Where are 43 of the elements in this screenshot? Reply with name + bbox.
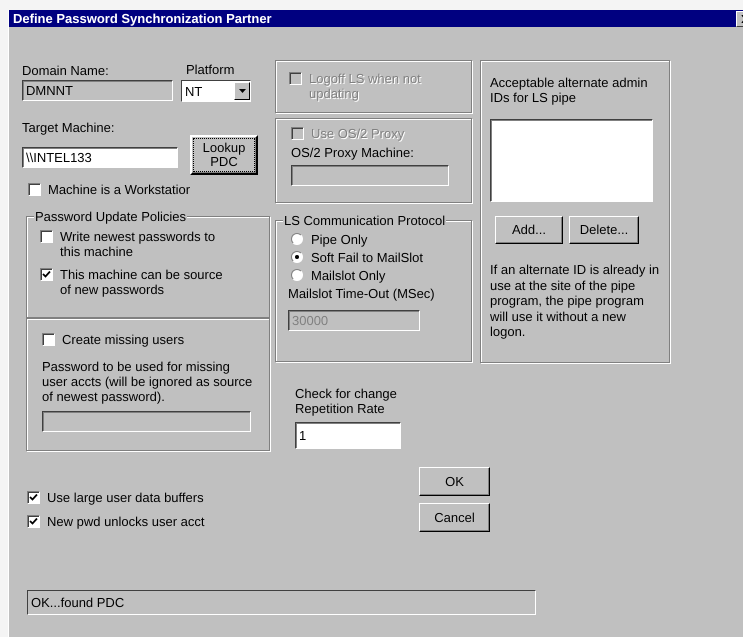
cancel-button[interactable]: Cancel — [419, 503, 490, 532]
checkbox[interactable] — [42, 333, 55, 346]
field-label: OS/2 Proxy Machine: — [291, 145, 415, 160]
checkbox[interactable] — [28, 183, 41, 196]
note-text: If an alternate ID is already in use at the site of the pipe program, the pipe program will use it without a new logon. — [490, 262, 660, 340]
checkbox-label: This machine can be source of new passwords — [60, 267, 224, 297]
add-button[interactable]: Add... — [495, 216, 563, 244]
group-title: Password Update Policies — [34, 209, 188, 224]
checkbox-label: Write newest passwords to this machine — [60, 229, 216, 259]
field-label: Check for change Repetition Rate — [295, 386, 398, 416]
repetition-rate-field[interactable]: 1 — [295, 422, 401, 449]
checkbox-label: New pwd unlocks user acct — [47, 514, 205, 529]
checkbox[interactable] — [27, 491, 40, 504]
radio-button[interactable] — [291, 233, 303, 245]
radio-label: Pipe Only — [311, 232, 368, 247]
radio-label: Mailslot Only — [311, 268, 386, 283]
field-label: Target Machine: — [22, 120, 116, 135]
checkbox[interactable] — [27, 515, 40, 528]
checkbox-label: Use OS/2 Proxy — [311, 126, 404, 141]
caret-icon — [238, 89, 246, 93]
checkbox-label: Use large user data buffers — [47, 490, 204, 505]
checkbox[interactable] — [40, 268, 53, 281]
checkbox-label: Create missing users — [62, 332, 184, 347]
window-title: Define Password Synchronization Partner — [13, 11, 272, 26]
checkbox-label: Machine is a Workstatior — [48, 182, 190, 197]
platform-dropdown[interactable]: NT — [181, 80, 251, 102]
status-field: OK...found PDC — [27, 590, 536, 615]
field-label: Domain Name: — [22, 63, 110, 78]
field-label: Mailslot Time-Out (MSec) — [288, 286, 436, 301]
checkbox-label: Logoff LS when not updating — [309, 71, 422, 101]
list-label: Acceptable alternate admin IDs for LS pipe — [490, 75, 649, 105]
radio-label: Soft Fail to MailSlot — [311, 250, 423, 265]
lookup-pdc-button[interactable]: Lookup PDC — [190, 135, 258, 175]
admin-id-list[interactable] — [490, 119, 653, 202]
ok-button[interactable]: OK — [419, 467, 490, 496]
radio-button[interactable] — [291, 269, 303, 281]
field-label: Platform — [186, 62, 236, 77]
group-title: LS Communication Protocol — [283, 213, 446, 228]
delete-button[interactable]: Delete... — [569, 216, 639, 244]
target-machine-field[interactable]: \\INTEL133 — [22, 147, 178, 168]
note-text: Password to be used for missing user accts (will be ignored as source of newest password). — [42, 359, 254, 404]
checkbox[interactable] — [40, 230, 53, 243]
radio-button[interactable] — [291, 251, 303, 263]
